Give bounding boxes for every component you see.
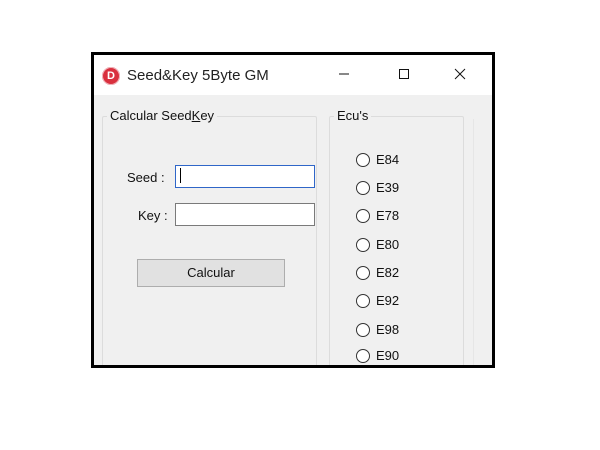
ecu-option-label: E84 bbox=[376, 152, 400, 167]
radio-button-icon[interactable] bbox=[356, 153, 370, 167]
seed-field-wrapper bbox=[175, 165, 315, 188]
seed-input[interactable] bbox=[175, 165, 315, 188]
ecu-option-label: E90 bbox=[376, 348, 400, 363]
radio-button-icon[interactable] bbox=[356, 209, 370, 223]
ecus-group-legend: Ecu's bbox=[334, 108, 372, 123]
key-label: Key : bbox=[138, 208, 168, 223]
panel-divider bbox=[473, 119, 474, 365]
window-client-area: Calcular SeedKey Seed : Key : Calcular E… bbox=[94, 95, 492, 365]
radio-button-icon[interactable] bbox=[356, 181, 370, 195]
ecu-option-label: E98 bbox=[376, 322, 400, 337]
minimize-button[interactable] bbox=[322, 61, 366, 91]
ecu-option-label: E92 bbox=[376, 293, 400, 308]
title-bar: D Seed&Key 5Byte GM bbox=[94, 55, 492, 95]
app-logo-icon: D bbox=[102, 67, 120, 85]
text-caret bbox=[180, 168, 181, 183]
maximize-button[interactable] bbox=[382, 61, 426, 91]
seed-label: Seed : bbox=[127, 170, 165, 185]
ecu-option-label: E82 bbox=[376, 265, 400, 280]
radio-button-icon[interactable] bbox=[356, 238, 370, 252]
radio-button-icon[interactable] bbox=[356, 323, 370, 337]
radio-button-icon[interactable] bbox=[356, 294, 370, 308]
ecu-option-label: E78 bbox=[376, 208, 400, 223]
ecu-option-label: E80 bbox=[376, 237, 400, 252]
maximize-icon bbox=[399, 69, 409, 79]
ecu-option-label: E39 bbox=[376, 180, 400, 195]
window-title: Seed&Key 5Byte GM bbox=[127, 67, 269, 84]
close-button[interactable] bbox=[438, 61, 482, 91]
close-icon bbox=[454, 68, 466, 80]
minimize-icon bbox=[339, 73, 349, 75]
radio-button-icon[interactable] bbox=[356, 349, 370, 363]
radio-button-icon[interactable] bbox=[356, 266, 370, 280]
calcular-button[interactable]: Calcular bbox=[137, 259, 285, 287]
calcular-seedkey-group: Calcular SeedKey bbox=[102, 108, 317, 365]
key-input[interactable] bbox=[175, 203, 315, 226]
screenshot-frame: D Seed&Key 5Byte GM Calcular SeedKey See… bbox=[91, 52, 495, 368]
calc-group-legend: Calcular SeedKey bbox=[107, 108, 218, 123]
